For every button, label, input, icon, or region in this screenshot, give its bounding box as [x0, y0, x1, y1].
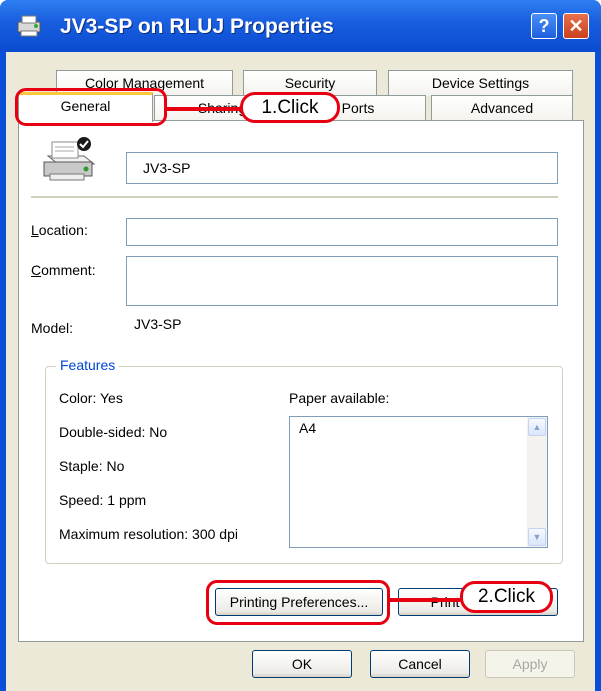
paper-list-scrollbar[interactable]: ▲ ▼ [527, 417, 547, 547]
comment-label: Comment: [31, 262, 96, 278]
location-field[interactable] [126, 218, 558, 246]
tab-advanced[interactable]: Advanced [431, 95, 573, 121]
window-printer-icon [16, 14, 42, 38]
tab-device-settings[interactable]: Device Settings [388, 70, 573, 96]
close-button[interactable]: ✕ [563, 13, 589, 39]
ok-button[interactable]: OK [252, 650, 352, 678]
comment-label-rest: omment: [41, 262, 96, 278]
double-sided-feature: Double-sided: No [59, 424, 168, 440]
model-label: Model: [31, 320, 74, 336]
printer-icon [36, 132, 106, 192]
speed-feature: Speed: 1 ppm [59, 492, 147, 508]
general-tab-highlight [15, 88, 167, 126]
apply-button[interactable]: Apply [485, 650, 575, 678]
cancel-button[interactable]: Cancel [370, 650, 470, 678]
color-feature: Color: Yes [59, 390, 123, 406]
model-value: JV3-SP [134, 316, 182, 332]
callout-2-connector [389, 598, 464, 602]
preferences-button-highlight [206, 580, 390, 625]
help-button[interactable]: ? [531, 13, 557, 39]
callout-step-2: 2.Click [460, 581, 553, 613]
scroll-down-icon[interactable]: ▼ [528, 528, 546, 546]
staple-feature: Staple: No [59, 458, 125, 474]
location-label-rest: ocation: [38, 222, 88, 238]
printer-name-field[interactable]: JV3-SP [126, 152, 558, 184]
list-item[interactable]: A4 [299, 420, 316, 436]
separator [31, 196, 558, 198]
paper-available-list[interactable] [289, 416, 548, 548]
callout-1-connector [166, 107, 246, 111]
callout-step-1: 1.Click [240, 92, 340, 123]
comment-field[interactable] [126, 256, 558, 306]
window-title: JV3-SP on RLUJ Properties [60, 15, 334, 38]
paper-available-label: Paper available: [289, 390, 390, 406]
max-resolution-feature: Maximum resolution: 300 dpi [59, 526, 238, 542]
features-title: Features [56, 357, 120, 373]
scroll-up-icon[interactable]: ▲ [528, 418, 546, 436]
location-label: Location: [31, 222, 88, 238]
